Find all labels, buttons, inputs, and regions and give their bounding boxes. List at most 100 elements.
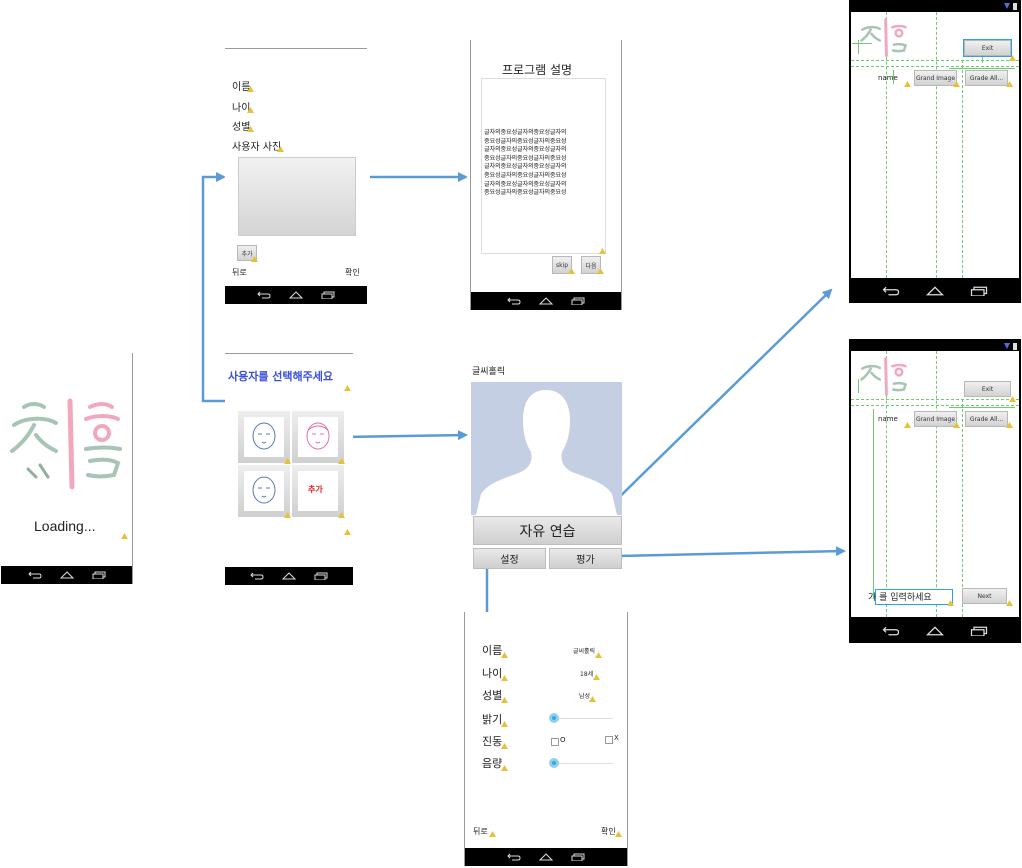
home-icon[interactable] [289, 291, 303, 299]
warning-icon [251, 256, 258, 262]
next-button[interactable]: Next [962, 588, 1007, 604]
warning-icon [121, 533, 128, 539]
age-label: 나이 [482, 667, 503, 680]
warning-icon [338, 458, 345, 464]
home-icon[interactable] [282, 572, 296, 580]
back-icon[interactable] [882, 626, 900, 636]
app-logo [10, 398, 122, 490]
evaluate-button[interactable]: 평가 [549, 548, 622, 569]
vibration-on-checkbox[interactable] [551, 738, 559, 746]
warning-icon [904, 422, 911, 428]
brightness-slider[interactable] [549, 713, 559, 723]
home-icon[interactable] [539, 853, 553, 861]
gender-label: 성별 [482, 689, 503, 702]
app-title: 글씨홀릭 [472, 367, 506, 377]
exit-button[interactable]: Exit [963, 39, 1012, 57]
status-bar-icons [1004, 343, 1017, 350]
warning-icon [247, 86, 254, 92]
grand-image-button[interactable]: Grand Image [914, 411, 957, 427]
recents-icon[interactable] [571, 853, 585, 861]
face-icon [252, 422, 276, 450]
android-nav-bar [471, 292, 621, 310]
recents-icon[interactable] [970, 286, 988, 296]
recents-icon[interactable] [970, 626, 988, 636]
exit-button[interactable]: Exit [964, 381, 1011, 397]
add-user-tile[interactable]: 추가 [292, 465, 344, 517]
main-screen: 글씨홀릭 자유 연습 설정 평가 [470, 362, 624, 572]
name-label: name [878, 415, 898, 423]
brightness-label: 밝기 [482, 713, 503, 726]
letter-input-hint: 가 를 입력하세요 [868, 593, 932, 603]
ok-button[interactable]: 확인 [601, 826, 616, 837]
back-icon[interactable] [27, 571, 42, 579]
settings-button[interactable]: 설정 [473, 548, 546, 569]
warning-icon [593, 674, 600, 680]
select-user-screen: 사용자를 선택해주세요 추가 [225, 353, 353, 585]
back-icon[interactable] [257, 291, 271, 299]
warning-icon [247, 107, 254, 113]
back-button[interactable]: 뒤로 [232, 267, 247, 278]
android-nav-bar [1, 566, 132, 584]
warning-icon [501, 675, 508, 681]
user-tile[interactable] [292, 411, 344, 463]
name-value: 글씨홀릭 [573, 648, 596, 655]
user-tile[interactable] [238, 465, 290, 517]
arrow-evaluate-to-editor-bottom [616, 546, 846, 558]
vibration-label: 진동 [482, 735, 503, 748]
warning-icon [589, 696, 596, 702]
warning-icon [947, 600, 954, 606]
home-icon[interactable] [59, 571, 74, 579]
back-button[interactable]: 뒤로 [473, 826, 488, 837]
vibration-off-label: X [614, 734, 619, 742]
layout-editor-top: Exit name Grand Image Grade All... [849, 0, 1021, 303]
home-icon[interactable] [926, 626, 944, 636]
recents-icon[interactable] [571, 297, 585, 305]
warning-icon [904, 81, 911, 87]
back-icon[interactable] [250, 572, 264, 580]
warning-icon [597, 268, 604, 274]
home-icon[interactable] [926, 286, 944, 296]
android-nav-bar [849, 279, 1021, 303]
warning-icon [277, 146, 284, 152]
warning-icon [1006, 600, 1013, 606]
warning-icon [1009, 55, 1016, 61]
recents-icon[interactable] [92, 571, 106, 579]
home-icon[interactable] [539, 297, 553, 305]
app-logo [860, 357, 908, 396]
warning-icon [599, 248, 606, 254]
back-icon[interactable] [882, 286, 900, 296]
user-tile[interactable] [238, 411, 290, 463]
grand-image-button[interactable]: Grand Image [914, 70, 957, 86]
warning-icon [247, 126, 254, 132]
select-user-title: 사용자를 선택해주세요 [228, 370, 334, 383]
volume-slider[interactable] [549, 758, 559, 768]
warning-icon [1006, 422, 1013, 428]
recents-icon[interactable] [314, 572, 328, 580]
recents-icon[interactable] [321, 291, 335, 299]
photo-placeholder[interactable] [238, 157, 356, 236]
grade-all-button[interactable]: Grade All... [965, 411, 1008, 427]
volume-label: 음량 [482, 757, 503, 770]
free-practice-button[interactable]: 자유 연습 [473, 516, 622, 545]
warning-icon [284, 458, 291, 464]
warning-icon [344, 385, 351, 391]
back-icon[interactable] [507, 297, 521, 305]
back-icon[interactable] [507, 853, 521, 861]
face-icon [306, 422, 330, 450]
description-body: 글자의중요성글자의중요성글자의 중요성글자의중요성글자의중요성 글자의중요성글자… [484, 129, 567, 197]
name-label: name [878, 74, 898, 82]
android-nav-bar [225, 567, 353, 585]
warning-icon [1009, 396, 1016, 402]
warning-icon [953, 81, 960, 87]
grade-all-button[interactable]: Grade All... [965, 70, 1008, 86]
warning-icon [338, 512, 345, 518]
warning-icon [615, 831, 622, 837]
vibration-off-checkbox[interactable] [605, 736, 613, 744]
face-icon [252, 476, 276, 504]
warning-icon [595, 652, 602, 658]
warning-icon [1006, 81, 1013, 87]
ok-button[interactable]: 확인 [345, 267, 360, 278]
warning-icon [489, 831, 496, 837]
photo-label: 사용자 사진 [232, 142, 282, 153]
description-screen: 프로그램 설명 글자의중요성글자의중요성글자의 중요성글자의중요성글자의중요성 … [470, 40, 622, 310]
